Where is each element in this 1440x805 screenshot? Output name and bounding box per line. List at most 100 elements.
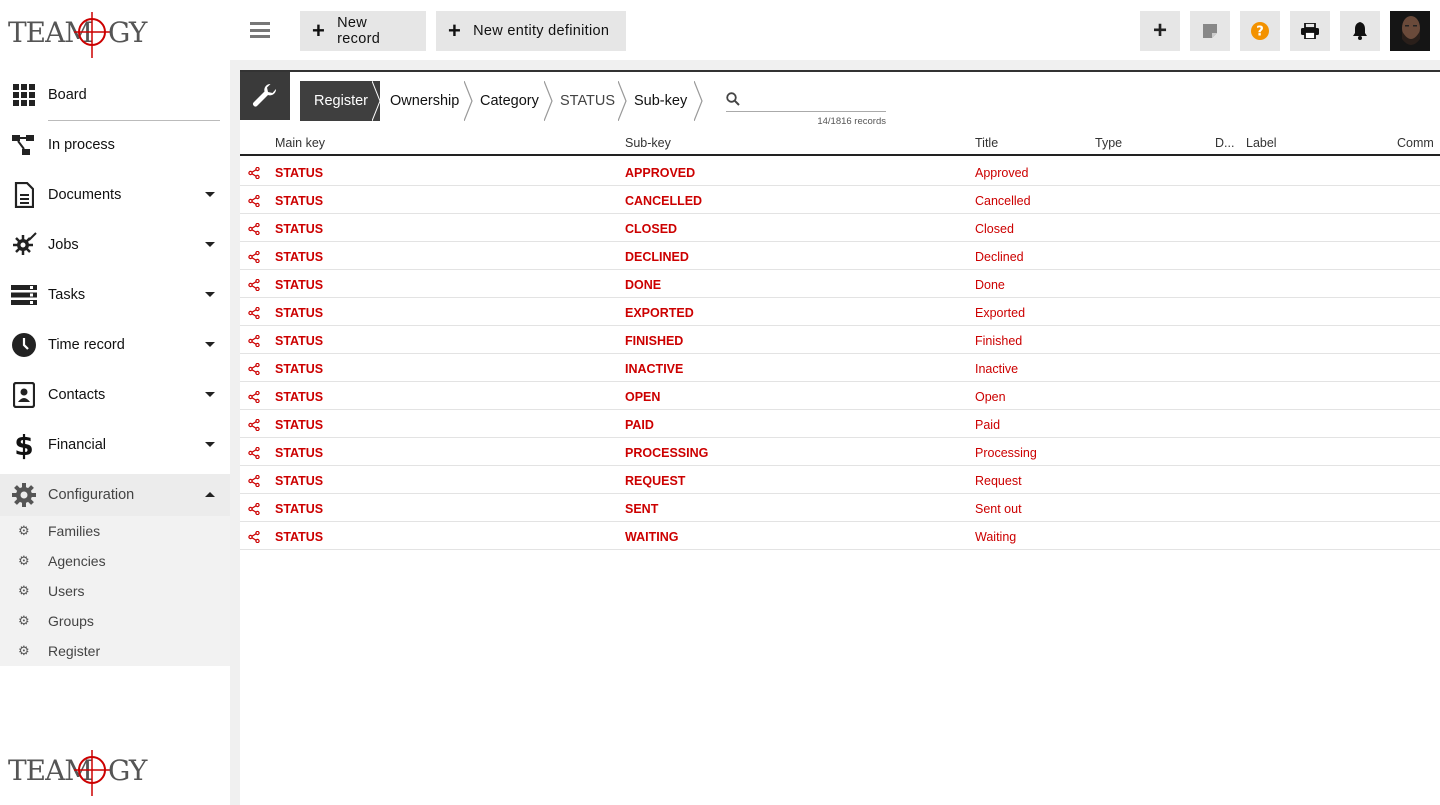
- column-header-type[interactable]: Type: [1095, 136, 1122, 150]
- dollar-icon: $: [14, 428, 34, 462]
- sidebar-item-tasks[interactable]: Tasks: [0, 270, 230, 320]
- button-label: New record: [337, 15, 381, 47]
- cell-title: Declined: [975, 250, 1024, 264]
- table-row[interactable]: STATUS FINISHED Finished: [240, 326, 1440, 354]
- breadcrumb-item-sub-key[interactable]: Sub-key: [620, 81, 703, 121]
- sidebar-item-contacts[interactable]: Contacts: [0, 370, 230, 420]
- print-button[interactable]: [1290, 11, 1330, 51]
- cell-sub-key: APPROVED: [625, 166, 696, 180]
- table-row[interactable]: STATUS CANCELLED Cancelled: [240, 186, 1440, 214]
- sidebar-item-in-process[interactable]: In process: [0, 120, 230, 170]
- cell-main-key: STATUS: [275, 166, 324, 180]
- cell-main-key: STATUS: [275, 306, 324, 320]
- sidebar-item-register[interactable]: ⚙ Register: [0, 636, 230, 666]
- share-icon[interactable]: [248, 167, 260, 179]
- column-header-sub-key[interactable]: Sub-key: [625, 136, 671, 150]
- add-button[interactable]: +: [1140, 11, 1180, 51]
- svg-text:GY: GY: [108, 754, 148, 787]
- share-icon[interactable]: [248, 223, 260, 235]
- table-row[interactable]: STATUS CLOSED Closed: [240, 214, 1440, 242]
- help-button[interactable]: ?: [1240, 11, 1280, 51]
- sidebar-item-jobs[interactable]: Jobs: [0, 220, 230, 270]
- notifications-button[interactable]: [1340, 11, 1380, 51]
- sidebar-item-documents[interactable]: Documents: [0, 170, 230, 220]
- tasks-icon: [11, 282, 37, 308]
- table-row[interactable]: STATUS INACTIVE Inactive: [240, 354, 1440, 382]
- share-icon[interactable]: [248, 419, 260, 431]
- avatar[interactable]: [1390, 11, 1430, 51]
- cell-title: Paid: [975, 418, 1001, 432]
- share-icon[interactable]: [248, 475, 260, 487]
- register-tools[interactable]: [240, 72, 290, 120]
- table-row[interactable]: STATUS PROCESSING Processing: [240, 438, 1440, 466]
- sidebar-item-families[interactable]: ⚙ Families: [0, 516, 230, 546]
- table-row[interactable]: STATUS REQUEST Request: [240, 466, 1440, 494]
- breadcrumb-item-category[interactable]: Category: [466, 81, 553, 121]
- sidebar-item-label: Groups: [48, 613, 94, 629]
- sidebar-item-groups[interactable]: ⚙ Groups: [0, 606, 230, 636]
- new-record-button[interactable]: + New record: [300, 11, 426, 51]
- column-header-d[interactable]: D...: [1215, 136, 1234, 150]
- search-input[interactable]: [748, 90, 884, 110]
- print-icon: [1301, 23, 1319, 39]
- plus-icon: +: [448, 18, 462, 43]
- cell-title: Done: [975, 278, 1005, 292]
- table-row[interactable]: STATUS WAITING Waiting: [240, 522, 1440, 550]
- cell-main-key: STATUS: [275, 194, 324, 208]
- share-icon[interactable]: [248, 503, 260, 515]
- share-icon[interactable]: [248, 363, 260, 375]
- chevron-down-icon: [205, 442, 215, 447]
- share-icon[interactable]: [248, 307, 260, 319]
- sidebar-item-configuration[interactable]: Configuration: [0, 474, 230, 516]
- cell-title: Inactive: [975, 362, 1019, 376]
- sidebar-item-board[interactable]: Board: [0, 70, 230, 121]
- table-body: STATUS APPROVED Approved STATUS CANCELLED Can…: [240, 158, 1440, 550]
- gear-icon: ⚙: [18, 613, 30, 628]
- table-row[interactable]: STATUS APPROVED Approved: [240, 158, 1440, 186]
- new-entity-definition-button[interactable]: + New entity definition: [436, 11, 626, 51]
- share-icon[interactable]: [248, 279, 260, 291]
- column-header-label[interactable]: Label: [1246, 136, 1277, 150]
- footer-logo: TEAM GY: [8, 748, 156, 798]
- share-icon[interactable]: [248, 335, 260, 347]
- breadcrumb-label: Ownership: [390, 93, 460, 109]
- sidebar-item-time-record[interactable]: Time record: [0, 320, 230, 370]
- note-button[interactable]: [1190, 11, 1230, 51]
- sidebar-item-financial[interactable]: $ Financial: [0, 420, 230, 470]
- cell-main-key: STATUS: [275, 446, 324, 460]
- table-row[interactable]: STATUS EXPORTED Exported: [240, 298, 1440, 326]
- table-row[interactable]: STATUS PAID Paid: [240, 410, 1440, 438]
- breadcrumb-item-status[interactable]: STATUS: [546, 81, 627, 121]
- share-icon[interactable]: [248, 531, 260, 543]
- column-header-comment[interactable]: Comm: [1397, 136, 1434, 150]
- table-row[interactable]: STATUS OPEN Open: [240, 382, 1440, 410]
- column-header-main-key[interactable]: Main key: [275, 136, 325, 150]
- share-icon[interactable]: [248, 391, 260, 403]
- sidebar-item-users[interactable]: ⚙ Users: [0, 576, 230, 606]
- table-row[interactable]: STATUS DONE Done: [240, 270, 1440, 298]
- cell-sub-key: REQUEST: [625, 474, 686, 488]
- sidebar-item-label: Tasks: [48, 287, 86, 303]
- breadcrumb-item-ownership[interactable]: Ownership: [376, 81, 473, 121]
- sidebar-item-agencies[interactable]: ⚙ Agencies: [0, 546, 230, 576]
- sidebar-item-label: Register: [48, 643, 101, 659]
- menu-icon[interactable]: [250, 22, 270, 38]
- table-row[interactable]: STATUS SENT Sent out: [240, 494, 1440, 522]
- sidebar-item-label: In process: [48, 137, 115, 153]
- app-logo[interactable]: TEAM GY: [8, 10, 156, 60]
- share-icon[interactable]: [248, 195, 260, 207]
- share-icon[interactable]: [248, 251, 260, 263]
- sidebar: TEAM GY Board In process Documents Jobs …: [0, 0, 230, 805]
- column-header-title[interactable]: Title: [975, 136, 998, 150]
- document-icon: [11, 182, 37, 208]
- cell-title: Cancelled: [975, 194, 1031, 208]
- share-icon[interactable]: [248, 447, 260, 459]
- table-row[interactable]: STATUS DECLINED Declined: [240, 242, 1440, 270]
- cell-main-key: STATUS: [275, 278, 324, 292]
- cell-main-key: STATUS: [275, 502, 324, 516]
- breadcrumb-item-register[interactable]: Register: [300, 81, 381, 121]
- cell-sub-key: DONE: [625, 278, 662, 292]
- chevron-down-icon: [205, 392, 215, 397]
- cell-sub-key: INACTIVE: [625, 362, 684, 376]
- table-header: Main key Sub-key Title Type D... Label C…: [240, 132, 1440, 156]
